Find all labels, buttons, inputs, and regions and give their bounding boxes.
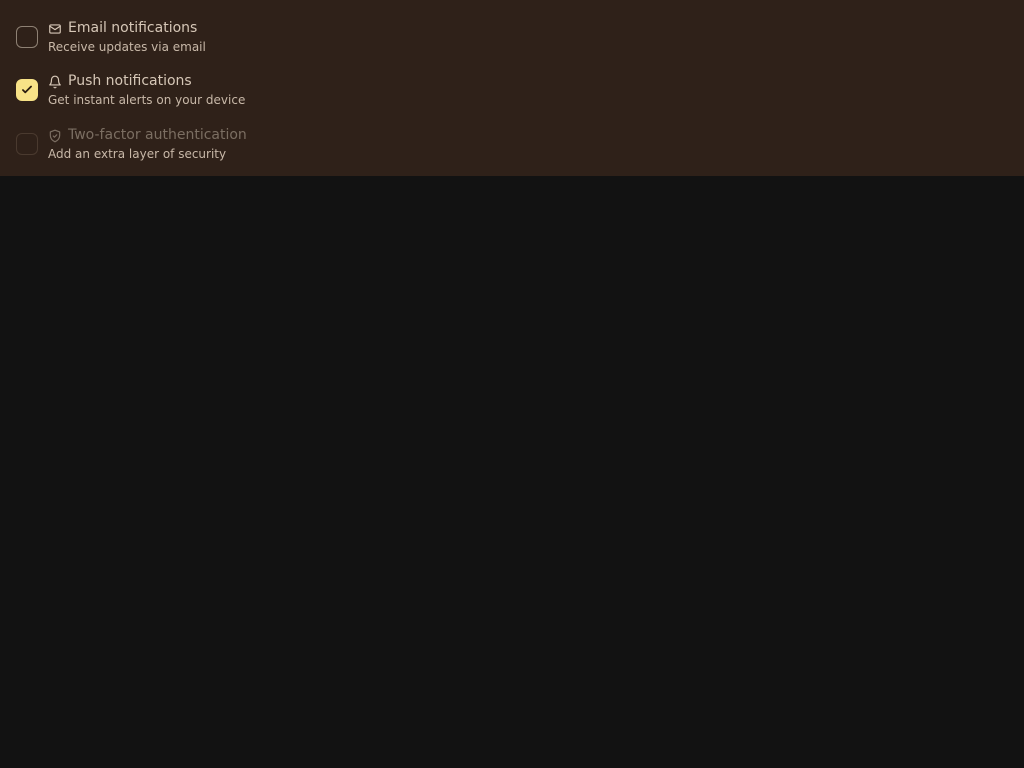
check-icon [22, 85, 32, 93]
two-factor-authentication-title-row: Two-factor authentication [48, 125, 247, 145]
two-factor-authentication-option: Two-factor authentication Add an extra l… [16, 125, 247, 162]
email-notifications-option[interactable]: Email notifications Receive updates via … [16, 18, 206, 55]
two-factor-authentication-title: Two-factor authentication [68, 127, 247, 143]
email-notifications-title: Email notifications [68, 20, 198, 36]
mail-icon [48, 21, 62, 35]
push-notifications-title: Push notifications [68, 73, 192, 89]
shield-check-icon [48, 128, 62, 143]
email-notifications-text: Email notifications Receive updates via … [48, 18, 206, 55]
push-notifications-text: Push notifications Get instant alerts on… [48, 71, 245, 108]
push-notifications-checkbox[interactable] [16, 78, 38, 101]
notification-settings-panel: Email notifications Receive updates via … [0, 0, 1024, 176]
push-notifications-option[interactable]: Push notifications Get instant alerts on… [16, 71, 245, 108]
push-notifications-description: Get instant alerts on your device [48, 93, 246, 107]
bell-icon [48, 74, 62, 89]
two-factor-authentication-checkbox [16, 132, 38, 155]
two-factor-authentication-description: Add an extra layer of security [48, 147, 227, 161]
email-notifications-title-row: Email notifications [48, 18, 206, 38]
two-factor-authentication-text: Two-factor authentication Add an extra l… [48, 125, 247, 162]
email-notifications-checkbox[interactable] [16, 25, 38, 48]
push-notifications-title-row: Push notifications [48, 71, 245, 91]
email-notifications-description: Receive updates via email [48, 40, 206, 54]
